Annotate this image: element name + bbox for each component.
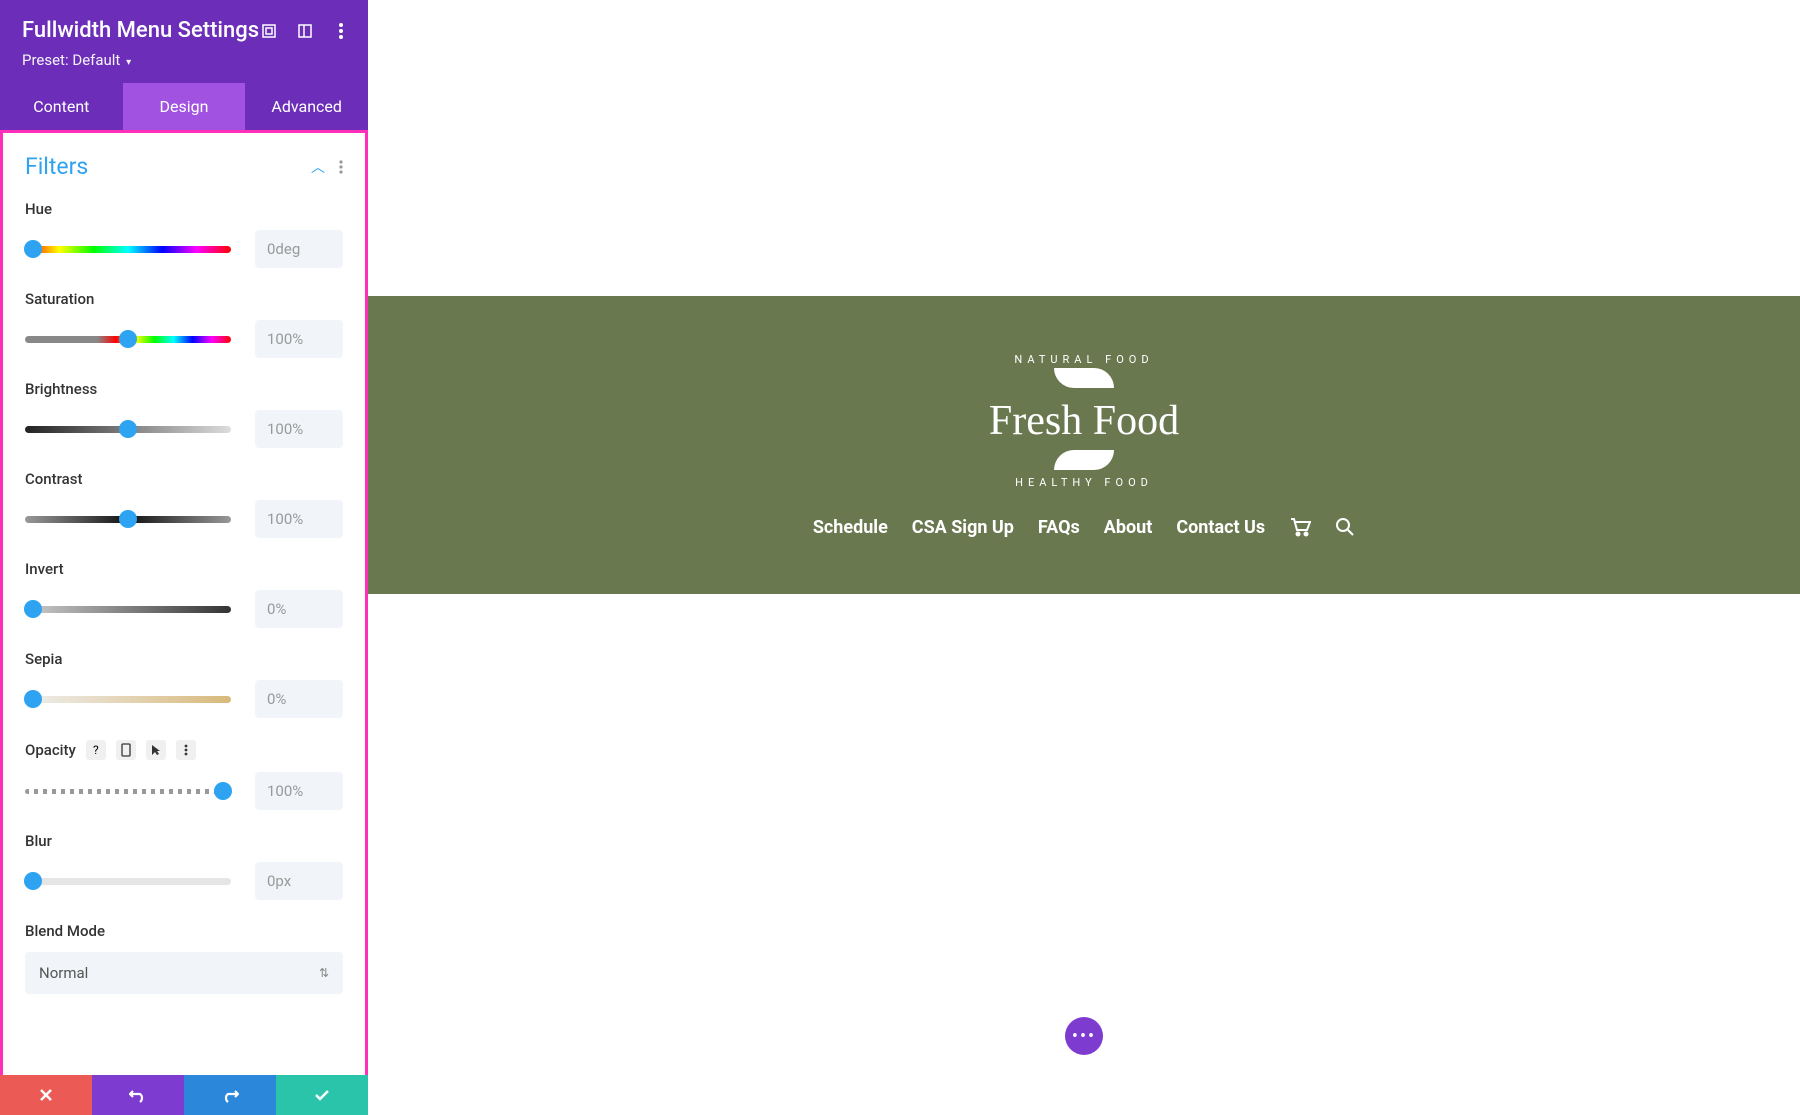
filter-contrast: Contrast [25, 470, 343, 538]
logo: NATURAL FOOD Fresh Food HEALTHY FOOD [989, 353, 1179, 489]
more-vertical-icon[interactable] [332, 22, 350, 40]
search-icon[interactable] [1335, 517, 1355, 537]
panel-header: Fullwidth Menu Settings Preset: Default … [0, 0, 368, 83]
cart-icon[interactable] [1289, 517, 1311, 537]
nav-faqs[interactable]: FAQs [1038, 517, 1080, 538]
sepia-label: Sepia [25, 650, 62, 668]
undo-button[interactable] [92, 1075, 184, 1115]
tab-advanced[interactable]: Advanced [245, 83, 368, 130]
invert-slider[interactable] [25, 600, 231, 618]
nav-about[interactable]: About [1104, 517, 1153, 538]
opacity-slider[interactable] [25, 782, 231, 800]
filter-blend-mode: Blend Mode Normal ⇅ [25, 922, 343, 994]
blend-label: Blend Mode [25, 922, 105, 940]
nav-schedule[interactable]: Schedule [813, 517, 888, 538]
section-title: Filters [25, 153, 88, 180]
leaf-icon [1054, 368, 1114, 388]
responsive-icon[interactable] [116, 740, 136, 760]
brightness-slider[interactable] [25, 420, 231, 438]
preset-dropdown[interactable]: Preset: Default ▾ [22, 51, 346, 69]
blend-select[interactable]: Normal [25, 952, 343, 994]
leaf-icon [1054, 450, 1114, 470]
logo-main-text: Fresh Food [989, 400, 1179, 442]
filter-sepia: Sepia [25, 650, 343, 718]
blur-input[interactable] [255, 862, 343, 900]
save-button[interactable] [276, 1075, 368, 1115]
opacity-label: Opacity [25, 741, 76, 759]
hover-icon[interactable] [146, 740, 166, 760]
section-more-icon[interactable] [339, 160, 343, 174]
sepia-slider[interactable] [25, 690, 231, 708]
panel-body: Filters ︿ Hue Saturation [0, 130, 368, 1085]
sepia-input[interactable] [255, 680, 343, 718]
fab-more-button[interactable]: ••• [1065, 1017, 1103, 1055]
menu-band: NATURAL FOOD Fresh Food HEALTHY FOOD Sch… [368, 296, 1800, 594]
preview-area: NATURAL FOOD Fresh Food HEALTHY FOOD Sch… [368, 0, 1800, 1115]
filter-saturation: Saturation [25, 290, 343, 358]
invert-input[interactable] [255, 590, 343, 628]
nav-csa-signup[interactable]: CSA Sign Up [912, 517, 1014, 538]
filter-hue: Hue [25, 200, 343, 268]
caret-down-icon: ▾ [126, 57, 131, 68]
hue-slider[interactable] [25, 240, 231, 258]
cancel-button[interactable] [0, 1075, 92, 1115]
settings-panel: Fullwidth Menu Settings Preset: Default … [0, 0, 368, 1115]
saturation-label: Saturation [25, 290, 94, 308]
preset-value: Default [72, 51, 120, 69]
logo-top-text: NATURAL FOOD [989, 353, 1179, 366]
filter-opacity: Opacity ? [25, 740, 343, 810]
logo-bottom-text: HEALTHY FOOD [989, 476, 1179, 489]
contrast-slider[interactable] [25, 510, 231, 528]
brightness-input[interactable] [255, 410, 343, 448]
contrast-input[interactable] [255, 500, 343, 538]
preset-label: Preset: [22, 51, 69, 69]
brightness-label: Brightness [25, 380, 97, 398]
filter-brightness: Brightness [25, 380, 343, 448]
contrast-label: Contrast [25, 470, 83, 488]
nav-contact[interactable]: Contact Us [1176, 517, 1265, 538]
nav-menu: Schedule CSA Sign Up FAQs About Contact … [813, 517, 1355, 538]
footer-bar [0, 1075, 368, 1115]
redo-button[interactable] [184, 1075, 276, 1115]
collapse-icon[interactable]: ︿ [311, 157, 325, 177]
hue-input[interactable] [255, 230, 343, 268]
filter-invert: Invert [25, 560, 343, 628]
filter-blur: Blur [25, 832, 343, 900]
tab-content[interactable]: Content [0, 83, 123, 130]
panel-toggle-icon[interactable] [296, 22, 314, 40]
hue-label: Hue [25, 200, 52, 218]
tab-bar: Content Design Advanced [0, 83, 368, 130]
expand-icon[interactable] [260, 22, 278, 40]
opacity-more-icon[interactable] [176, 740, 196, 760]
tab-design[interactable]: Design [123, 83, 246, 130]
invert-label: Invert [25, 560, 64, 578]
blur-label: Blur [25, 832, 52, 850]
saturation-slider[interactable] [25, 330, 231, 348]
opacity-input[interactable] [255, 772, 343, 810]
blur-slider[interactable] [25, 872, 231, 890]
saturation-input[interactable] [255, 320, 343, 358]
help-icon[interactable]: ? [86, 740, 106, 760]
